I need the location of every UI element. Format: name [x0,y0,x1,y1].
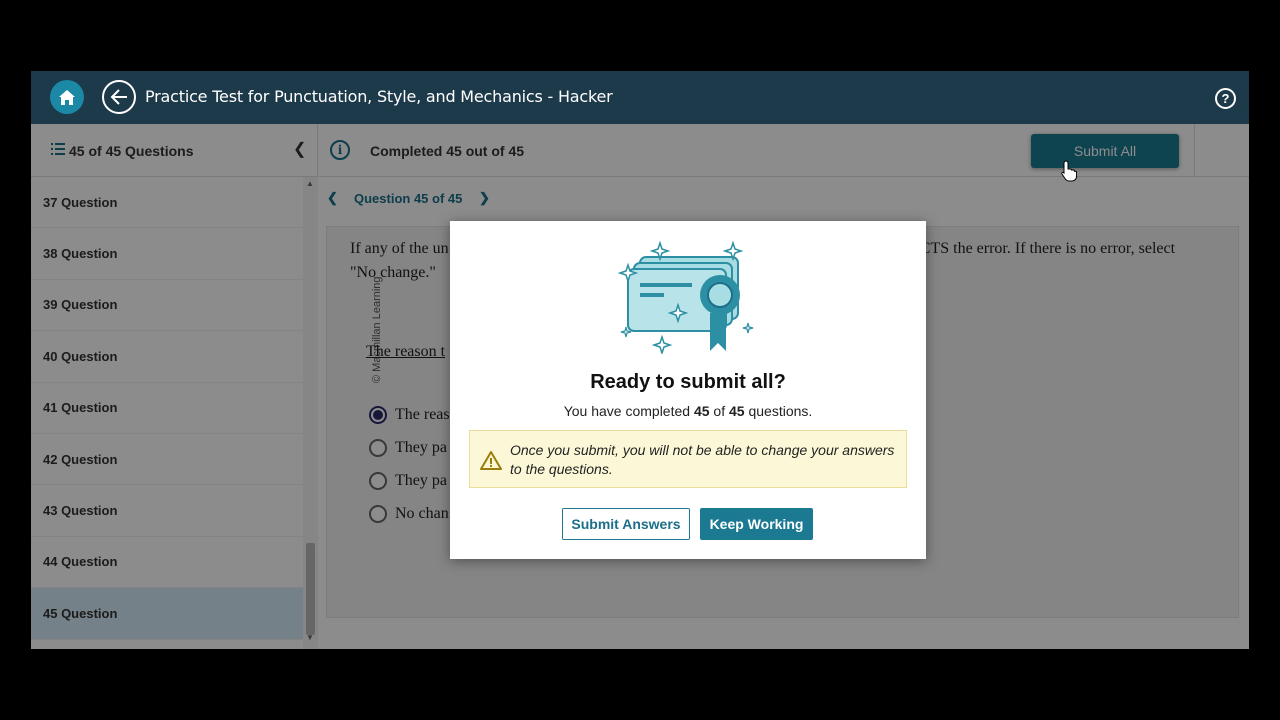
arrow-left-icon [110,89,127,105]
dialog-title: Ready to submit all? [590,371,786,393]
dialog-sub-prefix: You have completed [563,403,694,419]
certificate-icon [618,240,754,354]
submit-answers-button[interactable]: Submit Answers [562,508,690,540]
dialog-sub-of: of [709,403,729,419]
back-button[interactable] [102,80,136,114]
total-count: 45 [729,403,745,419]
pointer-cursor-icon [1061,160,1077,182]
dialog-subtitle: You have completed 45 of 45 questions. [450,403,926,419]
warning-icon [480,451,502,470]
help-icon[interactable]: ? [1215,88,1236,109]
dialog-sub-suffix: questions. [744,403,813,419]
top-bar: Practice Test for Punctuation, Style, an… [31,71,1249,124]
keep-working-button[interactable]: Keep Working [700,508,813,540]
warning-banner: Once you submit, you will not be able to… [469,430,907,488]
submit-confirm-dialog: Ready to submit all? You have completed … [450,221,926,559]
completed-count: 45 [693,403,710,419]
home-icon [59,89,75,105]
warning-text: Once you submit, you will not be able to… [510,442,895,477]
home-button[interactable] [50,80,84,114]
page-title: Practice Test for Punctuation, Style, an… [145,87,613,106]
